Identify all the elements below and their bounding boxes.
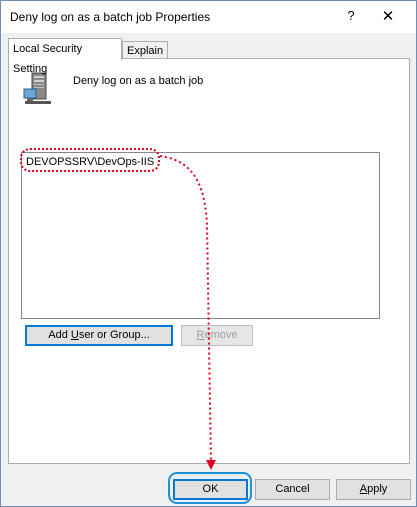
tab-local-security-setting[interactable]: Local Security Setting: [8, 38, 122, 75]
arrow-head: [206, 460, 216, 470]
annotation-arrow: [159, 155, 216, 470]
arrow-dotted-line: [159, 155, 212, 463]
